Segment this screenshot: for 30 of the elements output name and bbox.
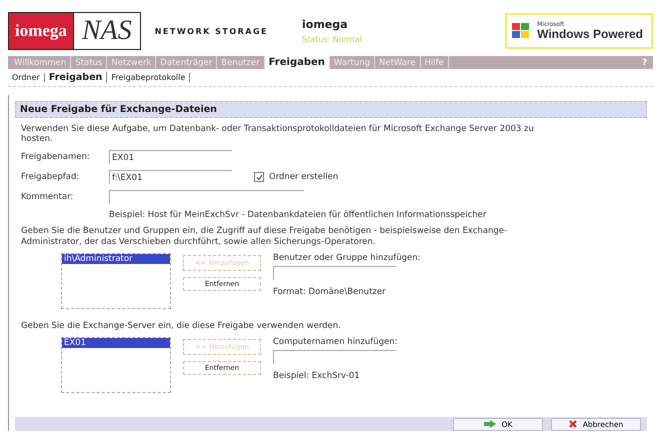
nav-tab[interactable]: Freigaben [264,56,330,69]
checkbox-label: Ordner erstellen [269,172,338,182]
input-field[interactable]: f:\EX01 [109,170,232,184]
status-text: Status: Normal [302,35,362,44]
subnav-tab[interactable]: Ordner [8,73,45,82]
arrow-icon [484,420,496,428]
checkbox[interactable] [254,172,264,182]
iomega-nas-logo: iomega NAS [8,12,141,50]
list-item[interactable]: ih\Administrator [62,254,170,264]
subnav-tab[interactable]: Freigabeprotokolle [107,73,190,82]
field-label: Freigabenamen: [21,152,91,162]
instruction-text: Geben Sie die Exchange-Server ein, die diese Freigabe verwenden werden. [21,320,342,331]
hint-text: Format: Domäne\Benutzer [273,286,387,297]
field-label: Kommentar: [21,192,74,202]
field-label: Computernamen hinzufügen: [273,336,398,347]
intro-text: Verwenden Sie diese Aufgabe, um Datenbank- oder Transaktionsprotokolldateien für Microsoft Exchange Server 2003 zu hosten. [21,124,535,144]
field-label: Benutzer oder Gruppe hinzufügen: [273,252,421,263]
example-text: Beispiel: Host für MeinExchSvr - Datenbankdateien für öffentlichen Informationsspeicher [109,210,488,220]
server-name: iomega [302,18,349,31]
cross-icon [568,420,577,428]
input-field[interactable]: EX01 [109,150,232,164]
instruction-text: Geben Sie die Benutzer und Gruppen ein, die Zugriff auf diese Freigabe benötigen - beispielsweise den Exchange-Administrator, der das Verschieben durchführt, sowie allen Sicherungs-Operatoren. [21,226,508,247]
field-label: Freigabepfad: [21,172,80,182]
list-box[interactable]: ih\Administrator [61,252,171,309]
hint-text: Beispiel: ExchSrv-01 [273,370,361,381]
list-box[interactable]: EX01 [61,336,171,393]
section-title: Neue Freigabe für Exchange-Dateien [15,101,647,118]
tagline: NETWORK STORAGE [154,26,268,36]
subnav-tab[interactable]: Freigaben [44,72,108,83]
list-item[interactable]: EX01 [62,338,170,348]
